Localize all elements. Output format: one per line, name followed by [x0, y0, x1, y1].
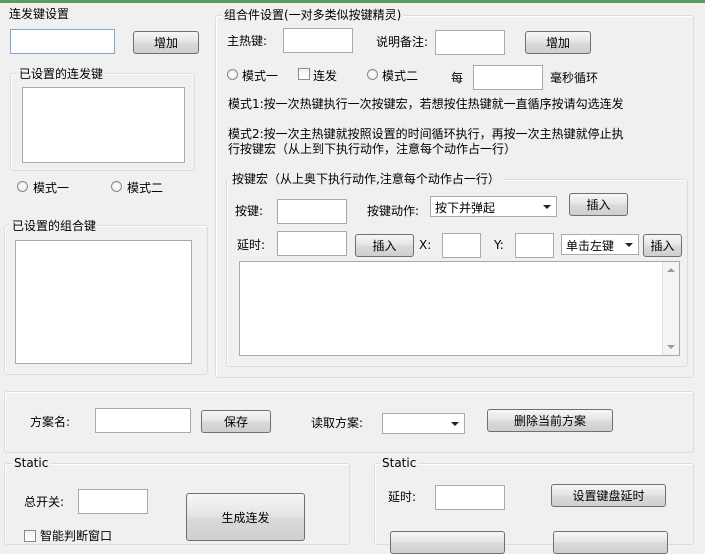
- macro-key-label: 按键:: [235, 204, 264, 218]
- repeat-mode1-label: 模式一: [33, 181, 70, 195]
- chevron-down-icon: [625, 243, 633, 247]
- scheme-name-label: 方案名:: [30, 415, 71, 429]
- note-input[interactable]: [435, 30, 505, 55]
- macro-key-input[interactable]: [277, 199, 347, 224]
- loop-ms-input[interactable]: [473, 65, 543, 90]
- x-input[interactable]: [442, 233, 481, 258]
- key-action-value: 按下并弹起: [435, 201, 496, 215]
- mouse-click-select[interactable]: 单击左键: [561, 234, 639, 255]
- y-label: Y:: [494, 238, 504, 252]
- every-label: 每: [451, 71, 464, 85]
- keyboard-delay-input[interactable]: [435, 485, 505, 510]
- scroll-down-icon[interactable]: [667, 345, 675, 349]
- set-keyboard-delay-button[interactable]: 设置键盘延时: [551, 484, 666, 507]
- insert-key-button[interactable]: 插入: [569, 193, 628, 216]
- repeat-key-add-button[interactable]: 增加: [133, 31, 199, 54]
- macro-script-textarea[interactable]: [239, 261, 680, 356]
- repeat-key-input[interactable]: [10, 29, 115, 54]
- repeat-key-settings-title: 连发键设置: [7, 7, 72, 21]
- mode2-description-line2: 行按键宏（从上到下执行动作，注意每个动作占一行）: [228, 142, 517, 156]
- smart-window-checkbox[interactable]: [24, 530, 36, 542]
- load-scheme-label: 读取方案:: [311, 416, 364, 430]
- combo-mode2-label: 模式二: [382, 69, 419, 83]
- key-action-label: 按键动作:: [367, 204, 420, 218]
- key-action-select[interactable]: 按下并弹起: [430, 196, 557, 217]
- macro-delay-input[interactable]: [277, 231, 347, 256]
- scheme-name-input[interactable]: [95, 408, 191, 433]
- chevron-down-icon: [543, 205, 551, 209]
- y-input[interactable]: [515, 233, 554, 258]
- repeat-mode1-radio[interactable]: [17, 181, 28, 192]
- repeat-checkbox[interactable]: [298, 68, 310, 80]
- master-switch-label: 总开关:: [24, 495, 65, 509]
- note-label: 说明备注:: [376, 35, 429, 49]
- hotkey-input[interactable]: [283, 28, 353, 53]
- repeat-mode2-label: 模式二: [127, 181, 164, 195]
- delete-scheme-button[interactable]: 删除当前方案: [487, 409, 613, 432]
- master-switch-input[interactable]: [78, 489, 148, 514]
- combo-settings-title: 组合件设置(一对多类似按键精灵): [222, 8, 404, 22]
- smart-window-label: 智能判断窗口: [40, 529, 113, 543]
- mode1-description: 模式1:按一次热键执行一次按键宏，若想按住热键就一直循序按请勾选连发: [228, 97, 624, 111]
- keyboard-delay-label: 延时:: [388, 490, 417, 504]
- load-scheme-select[interactable]: [382, 413, 465, 434]
- macro-title: 按键宏（从上奥下执行动作,注意每个动作占一行）: [230, 172, 502, 186]
- repeat-checkbox-label: 连发: [313, 69, 338, 83]
- save-scheme-button[interactable]: 保存: [201, 410, 271, 433]
- repeat-mode2-radio[interactable]: [111, 181, 122, 192]
- macro-scrollbar[interactable]: [662, 262, 679, 355]
- combo-mode1-label: 模式一: [242, 69, 279, 83]
- insert-click-button[interactable]: 插入: [643, 234, 682, 257]
- set-repeat-keys-list[interactable]: [22, 87, 185, 163]
- window-top-border: [0, 0, 705, 3]
- mouse-click-value: 单击左键: [566, 239, 615, 253]
- hotkey-label: 主热键:: [227, 34, 268, 48]
- static-left-title: Static: [12, 456, 51, 470]
- combo-add-button[interactable]: 增加: [525, 31, 591, 54]
- combo-mode2-radio[interactable]: [367, 69, 378, 80]
- scroll-up-icon[interactable]: [667, 268, 675, 272]
- extra-button-right[interactable]: [553, 531, 668, 554]
- chevron-down-icon: [451, 422, 459, 426]
- generate-repeat-button[interactable]: 生成连发: [186, 493, 305, 541]
- extra-button-left[interactable]: [390, 531, 505, 554]
- static-right-title: Static: [380, 456, 419, 470]
- x-label: X:: [419, 238, 432, 252]
- mode2-description-line1: 模式2:按一次主热键就按照设置的时间循环执行，再按一次主热键就停止执: [228, 127, 624, 141]
- ms-loop-label: 毫秒循环: [550, 71, 599, 85]
- insert-delay-button[interactable]: 插入: [355, 234, 414, 257]
- set-repeat-keys-title: 已设置的连发键: [17, 67, 106, 81]
- macro-delay-label: 延时:: [237, 238, 266, 252]
- set-combo-keys-list[interactable]: [15, 240, 192, 364]
- set-combo-keys-title: 已设置的组合键: [10, 219, 99, 233]
- combo-mode1-radio[interactable]: [227, 69, 238, 80]
